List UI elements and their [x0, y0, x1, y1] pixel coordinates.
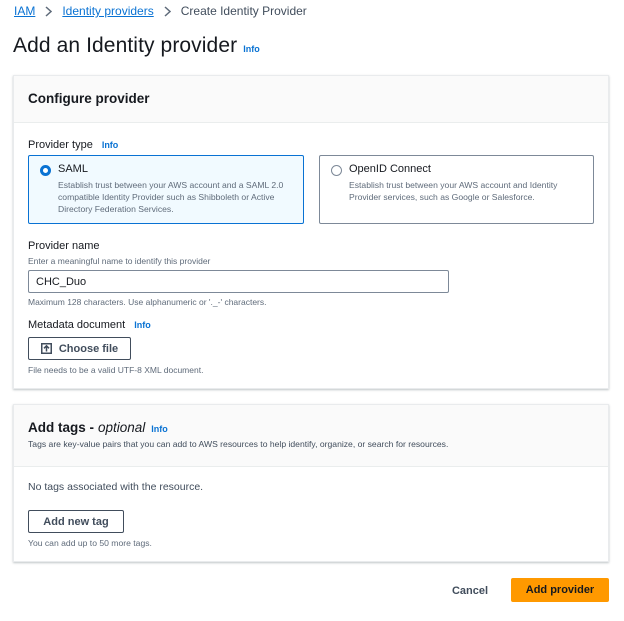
cancel-button[interactable]: Cancel	[444, 579, 496, 602]
add-tags-optional: optional	[98, 420, 146, 435]
add-new-tag-button[interactable]: Add new tag	[28, 510, 124, 533]
page-info-link[interactable]: Info	[243, 44, 260, 54]
add-tags-title: Add tags -	[28, 420, 94, 435]
page-header: Add an Identity provider Info	[13, 34, 260, 58]
provider-type-label-row: Provider type Info	[28, 139, 118, 151]
provider-type-label: Provider type	[28, 139, 93, 151]
metadata-info-link[interactable]: Info	[134, 320, 151, 330]
oidc-radio[interactable]	[331, 165, 342, 176]
configure-provider-header: Configure provider	[14, 76, 608, 123]
breadcrumb: IAM Identity providers Create Identity P…	[14, 4, 307, 18]
choose-file-button[interactable]: Choose file	[28, 337, 131, 360]
add-tags-panel: Add tags - optional Info Tags are key-va…	[13, 404, 609, 562]
metadata-constraint: File needs to be a valid UTF-8 XML docum…	[28, 365, 204, 375]
provider-name-description: Enter a meaningful name to identify this…	[28, 256, 211, 266]
add-tags-description: Tags are key-value pairs that you can ad…	[28, 439, 449, 449]
metadata-label-row: Metadata document Info	[28, 319, 151, 331]
breadcrumb-current: Create Identity Provider	[180, 4, 307, 18]
saml-description: Establish trust between your AWS account…	[58, 180, 284, 214]
add-tags-header: Add tags - optional Info Tags are key-va…	[14, 405, 608, 467]
provider-name-constraint: Maximum 128 characters. Use alphanumeric…	[28, 297, 267, 307]
tags-empty-text: No tags associated with the resource.	[28, 481, 204, 493]
oidc-description: Establish trust between your AWS account…	[349, 180, 558, 202]
saml-radio[interactable]	[40, 165, 51, 176]
oidc-title: OpenID Connect	[349, 163, 431, 175]
add-tags-title-row: Add tags - optional Info	[28, 420, 594, 435]
tags-limit-text: You can add up to 50 more tags.	[28, 538, 152, 548]
metadata-label: Metadata document	[28, 319, 126, 331]
add-provider-button[interactable]: Add provider	[511, 578, 609, 602]
provider-name-input[interactable]	[28, 270, 449, 293]
provider-type-saml-tile[interactable]: SAML Establish trust between your AWS ac…	[28, 155, 304, 224]
provider-name-label: Provider name	[28, 240, 100, 252]
page-title: Add an Identity provider	[13, 34, 238, 57]
chevron-right-icon	[45, 5, 53, 17]
choose-file-label: Choose file	[58, 342, 119, 355]
provider-type-oidc-tile[interactable]: OpenID Connect Establish trust between y…	[319, 155, 594, 224]
breadcrumb-identity-providers-link[interactable]: Identity providers	[62, 4, 153, 18]
breadcrumb-iam-link[interactable]: IAM	[14, 4, 35, 18]
configure-provider-title: Configure provider	[28, 91, 150, 106]
saml-title: SAML	[58, 163, 88, 175]
upload-icon	[40, 343, 52, 354]
configure-provider-panel: Configure provider Provider type Info SA…	[13, 75, 609, 389]
provider-type-info-link[interactable]: Info	[102, 140, 119, 150]
chevron-right-icon	[164, 5, 171, 17]
add-tags-info-link[interactable]: Info	[151, 424, 168, 434]
